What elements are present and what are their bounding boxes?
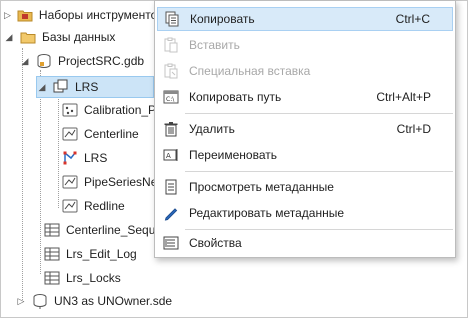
menu-item-label: Просмотреть метаданные: [189, 180, 334, 194]
menu-item-paste-special[interactable]: Специальная вставка: [157, 59, 453, 83]
tree-item-label: Centerline_Sequence: [66, 223, 154, 237]
tree-guide-line: [40, 70, 41, 274]
menu-item-label: Специальная вставка: [189, 64, 311, 78]
tree-item-label: LRS: [75, 80, 99, 94]
lrs-icon: [62, 150, 78, 166]
point-feature-class-icon: [62, 102, 78, 118]
menu-item-properties[interactable]: Свойства: [157, 231, 453, 255]
table-icon: [44, 246, 60, 262]
tree-item-label: Lrs_Locks: [66, 271, 121, 285]
tree-item-redline[interactable]: Redline: [62, 195, 154, 217]
menu-item-shortcut: Ctrl+D: [396, 122, 431, 136]
menu-item-shortcut: Ctrl+Alt+P: [376, 90, 431, 104]
tree-item-label: UN3 as UNOwner.sde: [54, 294, 173, 308]
folder-icon: [17, 7, 33, 23]
database-connection-icon: [32, 293, 48, 309]
table-icon: [44, 270, 60, 286]
copy-icon: [164, 11, 180, 27]
copy-path-icon: C:\: [163, 89, 179, 105]
line-feature-class-icon: [62, 174, 78, 190]
collapse-icon[interactable]: ◢: [4, 32, 14, 42]
paste-icon: [163, 37, 179, 53]
menu-item-label: Копировать путь: [189, 90, 282, 104]
tree-item-calibration-point[interactable]: Calibration_Point: [62, 99, 154, 121]
feature-dataset-icon: [53, 79, 69, 95]
tree-item-centerline[interactable]: Centerline: [62, 123, 154, 145]
tree-item-label: Базы данных: [42, 30, 116, 44]
rename-icon: A: [163, 147, 179, 163]
tree-guide-line: [22, 48, 23, 300]
tree-item-label: Lrs_Edit_Log: [66, 247, 137, 261]
folder-icon: [20, 29, 36, 45]
menu-item-label: Удалить: [189, 122, 235, 136]
tree-item-centerline-sequence[interactable]: Centerline_Sequence: [44, 219, 154, 241]
tree-item-label: Centerline: [84, 127, 139, 141]
expand-icon[interactable]: ▷: [4, 10, 11, 20]
tree-item-lrs-dataset[interactable]: ◢ LRS: [36, 76, 154, 98]
paste-special-icon: [163, 63, 179, 79]
pencil-icon: [163, 205, 179, 221]
expand-icon[interactable]: ▷: [16, 296, 26, 306]
tree-item-un3-sde[interactable]: ▷ UN3 as UNOwner.sde: [16, 290, 216, 312]
metadata-icon: [163, 179, 179, 195]
menu-separator: [185, 229, 453, 230]
tree-guide-line: [58, 96, 59, 208]
tree-item-lrs-locks[interactable]: Lrs_Locks: [44, 267, 154, 289]
menu-item-copy[interactable]: Копировать Ctrl+C: [157, 7, 453, 31]
tree-item-label: PipeSeriesNetwork: [84, 175, 154, 189]
menu-item-view-metadata[interactable]: Просмотреть метаданные: [157, 175, 453, 199]
tree-item-label: ProjectSRC.gdb: [58, 54, 145, 68]
collapse-icon[interactable]: ◢: [20, 56, 30, 66]
menu-item-label: Переименовать: [189, 148, 277, 162]
context-menu: Копировать Ctrl+C Вставить Специальная в…: [154, 0, 456, 258]
svg-text:A: A: [166, 152, 171, 160]
tree-item-label: Calibration_Point: [84, 103, 154, 117]
tree-item-lrs-edit-log[interactable]: Lrs_Edit_Log: [44, 243, 154, 265]
menu-item-paste[interactable]: Вставить: [157, 33, 453, 57]
menu-separator: [185, 113, 453, 114]
tree-item-lrs[interactable]: LRS: [62, 147, 154, 169]
menu-item-label: Вставить: [189, 38, 240, 52]
tree-item-label: Наборы инструментов: [38, 8, 164, 22]
menu-item-label: Копировать: [190, 12, 255, 26]
menu-item-shortcut: Ctrl+C: [395, 12, 430, 26]
properties-icon: [163, 235, 179, 251]
collapse-icon[interactable]: ◢: [37, 82, 47, 92]
menu-item-rename[interactable]: A Переименовать: [157, 143, 453, 167]
tree-item-databases[interactable]: ◢ Базы данных: [4, 26, 154, 48]
trash-icon: [163, 121, 179, 137]
table-icon: [44, 222, 60, 238]
tree-item-label: LRS: [84, 151, 108, 165]
tree-item-toolboxes[interactable]: ▷ Наборы инструментов: [4, 4, 164, 26]
line-feature-class-icon: [62, 126, 78, 142]
menu-item-edit-metadata[interactable]: Редактировать метаданные: [157, 201, 453, 225]
tree-item-project-gdb[interactable]: ◢ ProjectSRC.gdb: [20, 50, 154, 72]
menu-item-label: Свойства: [189, 236, 242, 250]
svg-text:C:\: C:\: [166, 96, 175, 103]
tree-item-pipeseries[interactable]: PipeSeriesNetwork: [62, 171, 154, 193]
menu-item-delete[interactable]: Удалить Ctrl+D: [157, 117, 453, 141]
tree-item-label: Redline: [84, 199, 125, 213]
menu-separator: [185, 171, 453, 172]
menu-item-label: Редактировать метаданные: [189, 206, 345, 220]
geodatabase-icon: [36, 53, 52, 69]
line-feature-class-icon: [62, 198, 78, 214]
menu-item-copy-path[interactable]: C:\ Копировать путь Ctrl+Alt+P: [157, 85, 453, 109]
